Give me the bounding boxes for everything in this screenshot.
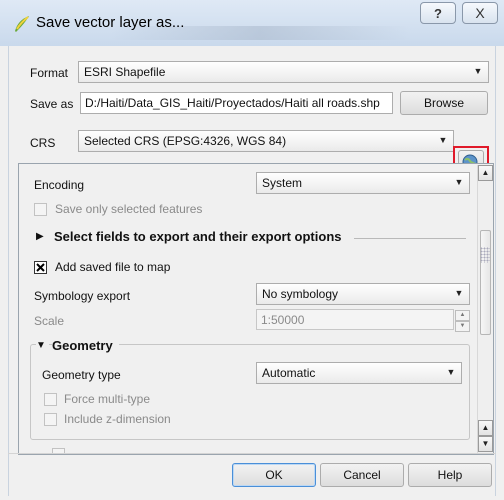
encoding-label: Encoding xyxy=(34,178,85,192)
encoding-select[interactable]: System ▼ xyxy=(256,172,470,194)
include-z-dimension-label: Include z-dimension xyxy=(64,412,171,426)
chevron-down-icon: ▼ xyxy=(438,135,448,145)
spin-down-arrow-icon[interactable]: ▼ xyxy=(455,321,470,332)
chevron-down-icon: ▼ xyxy=(454,288,464,298)
help-button[interactable]: Help xyxy=(408,463,492,487)
symbology-export-select[interactable]: No symbology ▼ xyxy=(256,283,470,305)
scrollbar-thumb[interactable] xyxy=(480,230,491,335)
add-saved-file-checkbox[interactable] xyxy=(34,261,47,274)
resize-grip-icon xyxy=(480,247,490,263)
ok-button[interactable]: OK xyxy=(232,463,316,487)
collapse-triangle-icon[interactable]: ▼ xyxy=(36,340,49,351)
symbology-export-label: Symbology export xyxy=(34,289,131,303)
force-multi-type-checkbox[interactable] xyxy=(44,393,57,406)
format-label: Format xyxy=(30,66,69,80)
window-title: Save vector layer as... xyxy=(36,14,185,31)
button-row-separator xyxy=(8,453,496,454)
spin-up-arrow-icon[interactable]: ▲ xyxy=(455,310,470,321)
browse-button[interactable]: Browse xyxy=(400,91,488,115)
qgis-app-icon xyxy=(15,16,29,32)
save-as-label: Save as xyxy=(30,97,74,111)
scale-spinner[interactable]: ▲ ▼ xyxy=(455,310,470,332)
symbology-export-value: No symbology xyxy=(262,287,339,301)
crs-select-value: Selected CRS (EPSG:4326, WGS 84) xyxy=(84,134,287,148)
geometry-type-label: Geometry type xyxy=(42,368,121,382)
title-bar: Save vector layer as... ? X xyxy=(0,0,504,46)
select-fields-section-header[interactable]: Select fields to export and their export… xyxy=(54,229,342,244)
format-select-value: ESRI Shapefile xyxy=(84,65,166,79)
save-as-path-input[interactable]: D:/Haiti/Data_GIS_Haiti/Proyectados/Hait… xyxy=(80,92,393,114)
expand-triangle-icon[interactable]: ▶ xyxy=(36,231,44,242)
cancel-button[interactable]: Cancel xyxy=(320,463,404,487)
force-multi-type-label: Force multi-type xyxy=(64,392,151,406)
format-select[interactable]: ESRI Shapefile ▼ xyxy=(78,61,489,83)
geometry-type-value: Automatic xyxy=(262,366,316,380)
window-help-button[interactable]: ? xyxy=(420,2,456,24)
chevron-down-icon: ▼ xyxy=(446,367,456,377)
scale-input[interactable]: 1:50000 xyxy=(256,309,454,330)
window-close-button[interactable]: X xyxy=(462,2,498,24)
encoding-select-value: System xyxy=(262,176,303,190)
chevron-down-icon: ▼ xyxy=(473,66,483,76)
chevron-down-icon: ▼ xyxy=(454,177,464,187)
vertical-scrollbar[interactable]: ▲ ▲ ▼ xyxy=(477,165,493,453)
scale-label: Scale xyxy=(34,314,65,328)
scroll-down-arrow-icon[interactable]: ▼ xyxy=(478,436,493,452)
include-z-dimension-checkbox[interactable] xyxy=(44,413,57,426)
scroll-up-arrow-icon[interactable]: ▲ xyxy=(478,165,493,181)
section-divider xyxy=(354,238,466,239)
save-only-selected-label: Save only selected features xyxy=(55,202,203,216)
crs-select[interactable]: Selected CRS (EPSG:4326, WGS 84) ▼ xyxy=(78,130,454,152)
checkmark-x-icon xyxy=(36,263,45,272)
crs-label: CRS xyxy=(30,136,56,150)
save-only-selected-checkbox[interactable] xyxy=(34,203,47,216)
geometry-section-header[interactable]: Geometry xyxy=(52,338,119,353)
scroll-up-arrow-icon[interactable]: ▲ xyxy=(478,420,493,436)
geometry-type-select[interactable]: Automatic ▼ xyxy=(256,362,462,384)
add-saved-file-label: Add saved file to map xyxy=(55,260,171,274)
